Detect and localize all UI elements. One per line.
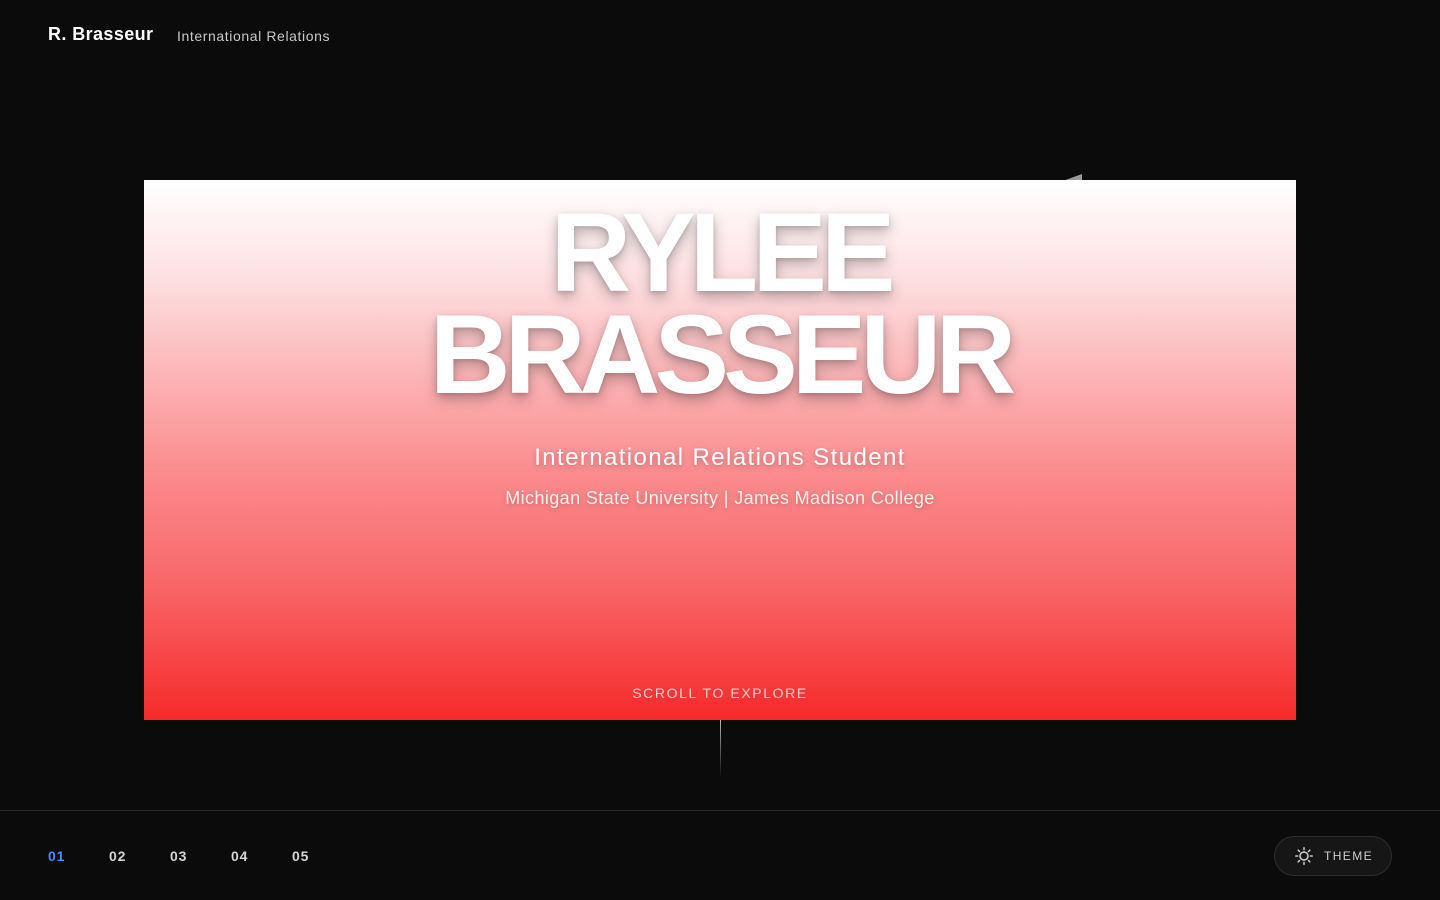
hero-role: International Relations Student xyxy=(534,444,906,471)
brand-subtitle: International Relations xyxy=(177,28,331,44)
brand-logo[interactable]: R. Brasseur xyxy=(48,24,153,45)
section-nav-05[interactable]: 05 xyxy=(292,848,309,864)
scroll-hint[interactable]: SCROLL TO EXPLORE xyxy=(144,685,1296,701)
theme-label: THEME xyxy=(1324,849,1373,863)
site-header: R. Brasseur International Relations xyxy=(0,0,1440,72)
sun-icon xyxy=(1295,847,1313,865)
page: R. Brasseur International Relations RYLE… xyxy=(0,0,1440,900)
hero-title: RYLEE BRASSEUR xyxy=(144,190,1296,417)
theme-toggle-button[interactable]: THEME xyxy=(1274,836,1392,876)
section-nav-01[interactable]: 01 xyxy=(48,848,65,864)
section-nav-02[interactable]: 02 xyxy=(109,848,126,864)
scroll-indicator-line xyxy=(720,720,721,778)
section-nav-03[interactable]: 03 xyxy=(170,848,187,864)
hero-title-last-name: BRASSEUR xyxy=(429,292,1017,417)
site-footer: 01 02 03 04 05 THEME xyxy=(0,810,1440,900)
section-nav-04[interactable]: 04 xyxy=(231,848,248,864)
hero-title-first-name: RYLEE xyxy=(550,190,895,315)
hero-card: RYLEE BRASSEUR International Relations S… xyxy=(144,180,1296,720)
hero-school: Michigan State University | James Madiso… xyxy=(505,488,935,508)
